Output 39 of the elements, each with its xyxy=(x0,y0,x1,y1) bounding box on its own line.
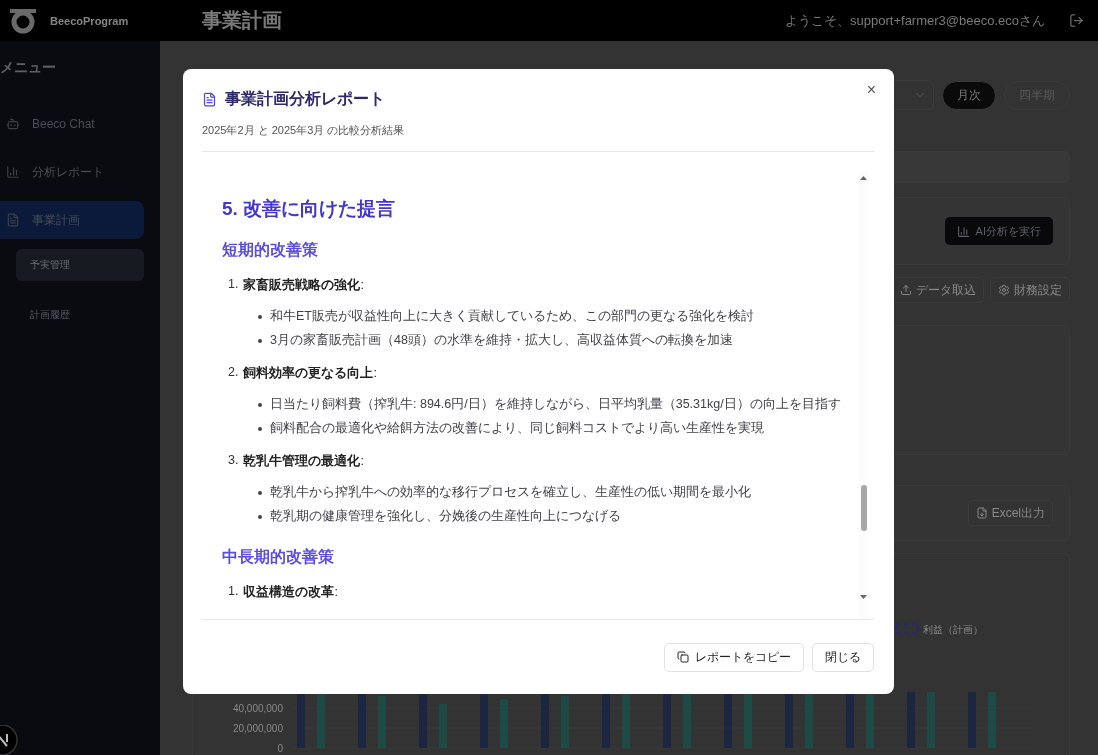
bullet-text: 乾乳牛から搾乳牛への効率的な移行プロセスを確立し、生産性の低い期間を最小化 xyxy=(270,484,751,501)
list-item-title: 収益構造の改革: xyxy=(243,584,338,601)
legend-label: 利益（計画） xyxy=(923,624,983,635)
bullet-text: 3月の家畜販売計画（48頭）の水準を維持・拡大し、高収益体質への転換を加速 xyxy=(270,332,733,349)
sidebar-subitem[interactable]: 計画履歴 xyxy=(16,299,144,331)
excel-export-button[interactable]: Excel出力 xyxy=(967,500,1053,526)
subsection-heading: 中長期的改善策 xyxy=(222,547,335,567)
bullet-text: 飼料配合の最適化や給餌方法の改善により、同じ飼料コストでより高い生産性を実現 xyxy=(270,420,764,437)
section-heading: 5. 改善に向けた提言 xyxy=(222,197,397,221)
dialog-subtitle: 2025年2月 と 2025年3月 の比較分析結果 xyxy=(202,123,406,138)
bullet-text: 乾乳期の健康管理を強化し、分娩後の生産性向上につなげる xyxy=(270,508,621,525)
list-item-title: 飼料効率の更なる向上: xyxy=(243,365,377,382)
list-number: 3. xyxy=(228,453,239,469)
sidebar-subitem[interactable]: 予実管理 xyxy=(16,249,144,281)
close-dialog-button[interactable]: 閉じる xyxy=(812,642,874,672)
subsection-heading: 短期的改善策 xyxy=(222,240,319,260)
list-number: 2. xyxy=(228,365,239,381)
axis-tick-label: 20,000,000 xyxy=(232,723,283,734)
period-tab[interactable]: 月次 xyxy=(942,80,996,110)
list-item-title: 乾乳牛管理の最適化: xyxy=(243,453,364,470)
import-button[interactable]: データ取込 xyxy=(892,277,984,303)
welcome-text: ようこそ、support+farmer3@beeco.ecoさん xyxy=(785,11,1045,30)
axis-tick-label: 40,000,000 xyxy=(232,703,283,714)
page-title: 事業計画 xyxy=(202,8,283,33)
axis-tick-label: 0 xyxy=(277,743,283,754)
list-number: 1. xyxy=(228,584,239,600)
bullet-text: 和牛ET販売が収益性向上に大きく貢献しているため、この部門の更なる強化を検討 xyxy=(270,308,754,325)
bullet-text: 日当たり飼料費（搾乳牛: 894.6円/日）を維持しながら、日平均乳量（35.31kg/日）の向上を目指す xyxy=(270,396,841,413)
list-item-title: 家畜販売戦略の強化: xyxy=(243,277,364,294)
close-button[interactable]: × xyxy=(862,79,880,101)
app-name: BeecoProgram xyxy=(50,14,130,27)
menu-heading: メニュー xyxy=(0,59,57,77)
dialog-title: 事業計画分析レポート xyxy=(202,89,385,110)
list-number: 1. xyxy=(228,277,239,293)
sidebar-item[interactable]: Beeco Chat xyxy=(0,105,144,143)
sidebar-item[interactable]: 分析レポート xyxy=(0,153,144,191)
copy-report-button[interactable]: レポートをコピー xyxy=(664,642,804,672)
ai-analysis-button[interactable]: AI分析を実行 xyxy=(944,217,1053,245)
settings-button[interactable]: 財務設定 xyxy=(990,277,1070,303)
